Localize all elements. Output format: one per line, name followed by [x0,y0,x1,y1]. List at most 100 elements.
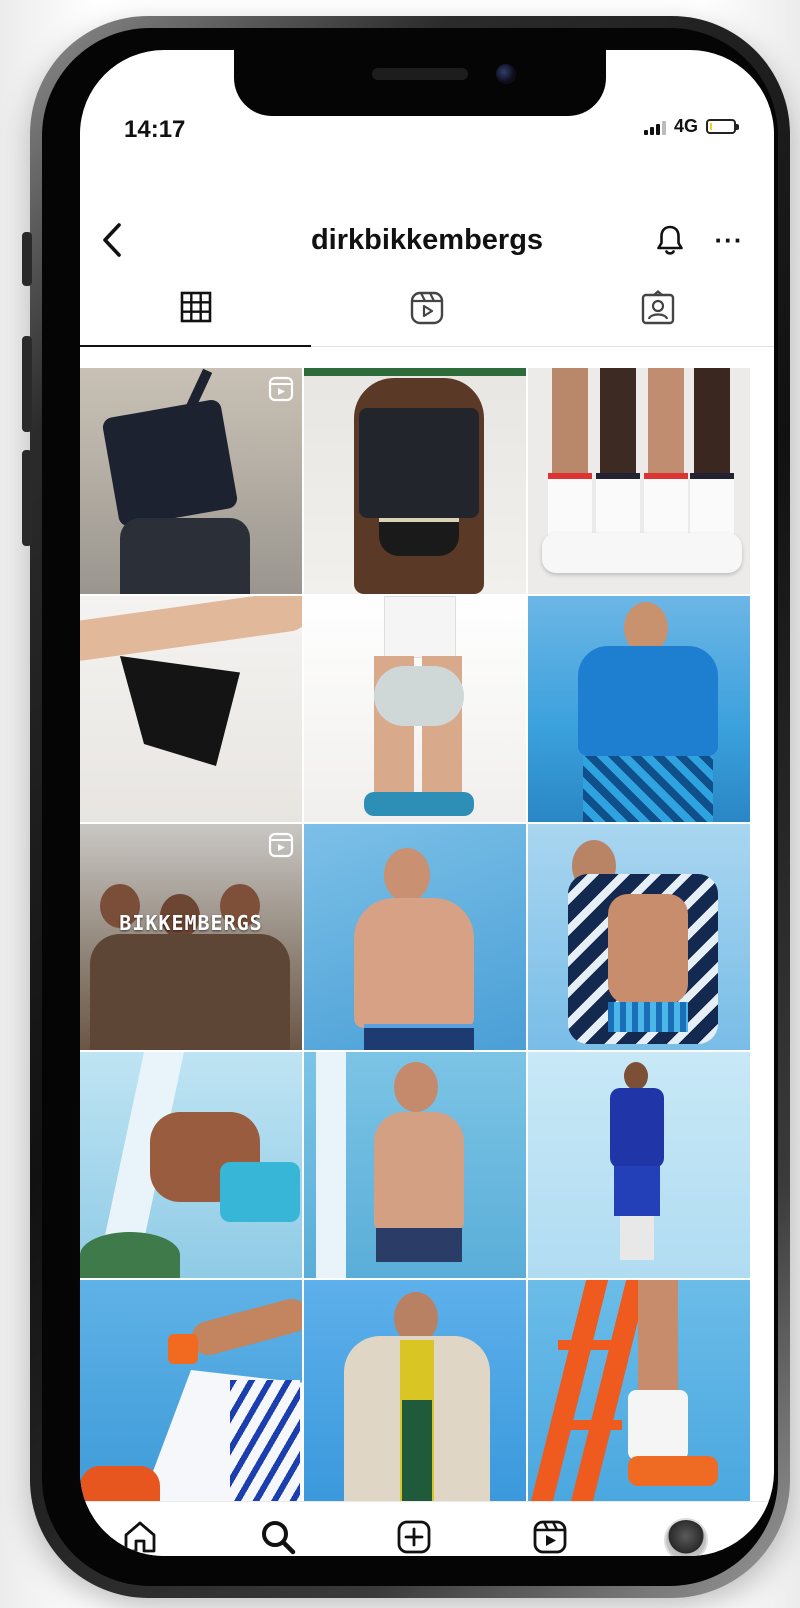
post-7[interactable]: BIKKEMBERGS [80,824,302,1050]
leg-shape [600,368,636,478]
shoes-shape [364,792,474,816]
more-icon: ··· [714,224,744,255]
body-shape [120,518,250,594]
volume-down-button [22,450,32,546]
leg-shape [694,368,730,478]
reel-badge-icon [268,376,294,407]
nav-new-post[interactable] [384,1518,444,1556]
sock-shape [628,1390,688,1460]
search-icon [262,1521,296,1555]
post-13[interactable] [80,1280,302,1501]
inner-shape [402,1400,432,1501]
post-4[interactable] [80,596,302,822]
post-12[interactable] [528,1052,750,1278]
status-icons: 4G [643,116,739,137]
nav-reels[interactable] [520,1518,580,1556]
reel-badge-icon [268,832,294,863]
tab-reels[interactable] [311,290,542,346]
bell-icon [657,225,683,255]
legs-shape [620,1216,654,1260]
bodies-shape [90,934,290,1050]
plus-square-icon [397,1520,431,1554]
shoe-shape [628,1456,718,1486]
post-6[interactable] [528,596,750,822]
signal-icon [643,119,666,135]
posts-grid: BIKKEMBERGS [80,368,774,1501]
head-shape [394,1062,438,1112]
more-options-button[interactable]: ··· [706,218,752,262]
head-shape [384,848,430,902]
brief-shape [376,1228,462,1262]
ladder-rung-shape [552,1420,622,1430]
reels-icon [533,1520,567,1554]
nav-profile[interactable] [656,1518,716,1556]
arm-shape [80,596,302,664]
post-2[interactable] [304,368,526,594]
status-time: 14:17 [124,116,186,143]
watch-shape [168,1334,198,1364]
leg-shape [648,368,684,478]
sneakers-shape [542,533,742,573]
tab-tagged[interactable] [542,290,773,346]
post-11[interactable] [304,1052,526,1278]
sneakers-bundle-shape [374,666,464,726]
plant-shape [80,1232,180,1278]
shorts-shape [384,596,456,658]
tote-shape [120,656,240,766]
post-8[interactable] [304,824,526,1050]
grid-icon [180,291,211,323]
notch [234,50,606,116]
post-14[interactable] [304,1280,526,1501]
reels-icon [410,291,443,325]
ladder-rung-shape [558,1340,628,1350]
profile-header: dirkbikkembergs ··· [80,218,774,266]
post-5[interactable] [304,596,526,822]
bag-shape [101,398,239,528]
volume-up-button [22,336,32,432]
sock-shape [548,473,592,539]
shorts-shape [220,1162,300,1222]
shorts-shape [614,1166,660,1216]
post-9[interactable] [528,824,750,1050]
torso-shape [608,894,688,1004]
shorts-shape [583,756,713,822]
avatar [664,1518,708,1556]
tab-grid[interactable] [80,290,311,347]
swimwear-shape [364,1024,474,1050]
phone-screen: 14:17 4G dirkbikkembergs ··· BIKKEMBERGS [80,50,774,1556]
post-15[interactable] [528,1280,750,1501]
arm-shape [187,1295,302,1359]
head-shape [624,1062,648,1090]
nav-search[interactable] [248,1518,308,1556]
sock-shape [644,473,688,539]
nav-home[interactable] [110,1518,170,1556]
brief-shape [608,1002,688,1032]
jacket-shape [610,1088,664,1168]
notifications-button[interactable] [650,218,690,262]
torso-shape [374,1112,464,1232]
green-band [304,368,526,376]
mute-switch [22,232,32,286]
sock-shape [596,473,640,539]
home-icon [124,1521,156,1553]
pillar-shape [316,1052,346,1278]
bottom-navigation [80,1501,774,1556]
post-1[interactable] [80,368,302,594]
torso-shape [354,898,474,1028]
sock-shape [690,473,734,539]
leg-shape [638,1280,678,1400]
ball-shape [80,1466,160,1501]
shirt-shape [578,646,718,756]
brand-overlay-text: BIKKEMBERGS [119,911,263,936]
post-3[interactable] [528,368,750,594]
stripes-shape [230,1380,300,1501]
leg-shape [552,368,588,478]
battery-icon [706,119,739,134]
tagged-icon [641,290,674,325]
vest-shape [359,408,479,518]
post-10[interactable] [80,1052,302,1278]
speaker-grille [372,68,468,80]
front-camera [496,64,516,84]
network-label: 4G [673,116,698,136]
brief-shape [379,518,459,556]
